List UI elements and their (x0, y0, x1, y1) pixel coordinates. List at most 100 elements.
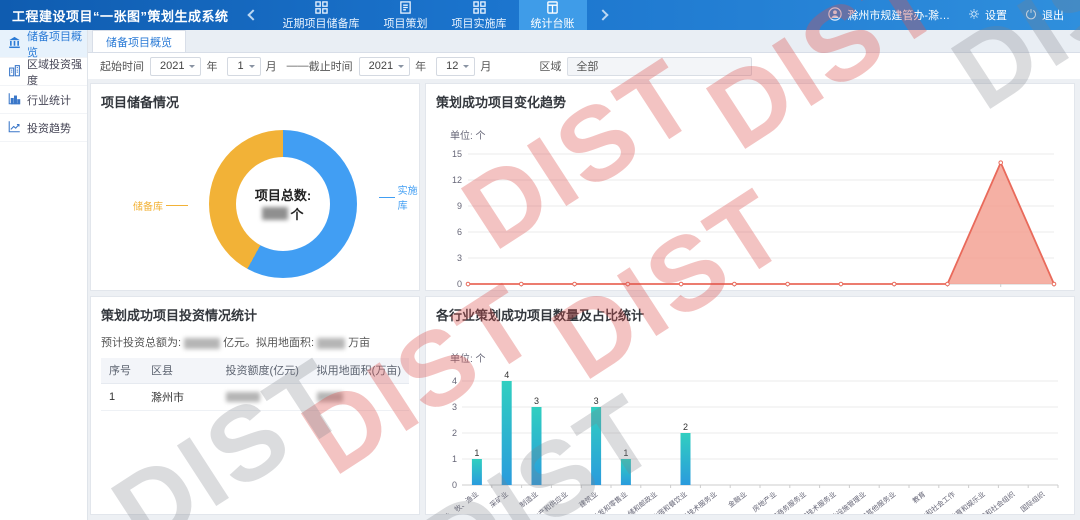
svg-text:6月: 6月 (727, 290, 741, 291)
nav-item-project-planning[interactable]: 项目策划 (372, 0, 440, 30)
svg-text:12: 12 (452, 175, 462, 185)
nav-menu: 近期项目储备库 项目策划 项目实施库 统计台账 (271, 0, 587, 30)
legend-label: 储备库 (133, 198, 163, 213)
sidebar-item-reserve-overview[interactable]: 储备项目概览 (0, 30, 87, 58)
user-avatar-icon (828, 7, 842, 24)
svg-text:7月: 7月 (781, 290, 795, 291)
sidebar-item-label: 投资趋势 (27, 120, 71, 136)
end-time-label: 截止时间 (309, 58, 353, 74)
svg-text:15: 15 (452, 149, 462, 159)
svg-text:2月: 2月 (514, 290, 528, 291)
dashboard-content: 项目储备情况 项目总数: 个 实施库 储备库 策划成功项目变化趋势 单位: 个 (88, 79, 1080, 520)
svg-text:3: 3 (452, 402, 457, 412)
panel-title: 各行业策划成功项目数量及占比统计 (436, 305, 1064, 324)
svg-text:制造业: 制造业 (518, 489, 540, 509)
sidebar-item-label: 区域投资强度 (27, 56, 87, 88)
industry-bar-chart[interactable]: 012341农、林、牧、渔业4采矿业3制造业电力、热力、燃气及水生产和供应业3建… (436, 369, 1064, 515)
chevron-left-icon[interactable] (247, 9, 258, 20)
svg-text:房地产业: 房地产业 (751, 489, 779, 513)
month-suffix: 月 (480, 58, 491, 74)
svg-text:5月: 5月 (674, 290, 688, 291)
nav-item-label: 近期项目储备库 (283, 15, 360, 31)
filter-bar: 起始时间 2021 年 1 月 —— 截止时间 2021 年 12 月 区域 全… (88, 53, 1080, 79)
sidebar-item-investment-trend[interactable]: 投资趋势 (0, 114, 87, 142)
sidebar-item-region-intensity[interactable]: 区域投资强度 (0, 58, 87, 86)
nav-item-label: 项目策划 (384, 15, 428, 31)
start-time-label: 起始时间 (100, 58, 144, 74)
svg-text:1: 1 (623, 448, 628, 458)
range-separator: —— (287, 60, 309, 72)
svg-text:4月: 4月 (621, 290, 635, 291)
logout-button[interactable]: 退出 (1025, 7, 1064, 23)
masked-value (262, 207, 288, 220)
col-header-seq: 序号 (101, 358, 143, 383)
region-label: 区域 (539, 58, 561, 74)
svg-text:9: 9 (457, 201, 462, 211)
nav-item-implementation-library[interactable]: 项目实施库 (440, 0, 519, 30)
cell-district: 滁州市 (143, 383, 217, 410)
month-suffix: 月 (266, 58, 277, 74)
legend-connector (379, 197, 395, 198)
power-icon (1025, 8, 1037, 23)
svg-text:国际组织: 国际组织 (1019, 489, 1047, 513)
svg-text:10月: 10月 (938, 290, 957, 291)
svg-text:11月: 11月 (992, 290, 1010, 291)
svg-text:3: 3 (594, 396, 599, 406)
svg-text:建筑业: 建筑业 (577, 489, 599, 509)
col-header-land-area: 拟用地面积(万亩) (309, 358, 409, 383)
industry-unit-label: 单位: 个 (450, 350, 1064, 365)
trend-area-chart[interactable]: 036912151月2月3月4月5月6月7月8月9月10月11月12月 (436, 146, 1064, 291)
nav-item-reserve-library[interactable]: 近期项目储备库 (271, 0, 372, 30)
svg-text:3月: 3月 (568, 290, 582, 291)
top-navbar: 工程建设项目“一张图”策划生成系统 近期项目储备库 项目策划 项目实施库 统计台… (0, 0, 1080, 30)
svg-text:4: 4 (452, 376, 457, 386)
svg-text:1: 1 (452, 454, 457, 464)
city-chart-icon (8, 64, 21, 80)
legend-reserve[interactable]: 储备库 (133, 198, 188, 213)
legend-implementation[interactable]: 实施库 (379, 182, 419, 212)
tab-reserve-overview[interactable]: 储备项目概览 (92, 30, 186, 52)
investment-table: 序号 区县 投资额度(亿元) 拟用地面积(万亩) 1 滁州市 (101, 358, 409, 411)
settings-label: 设置 (985, 7, 1007, 23)
donut-center: 项目总数: 个 (209, 130, 357, 278)
masked-value (184, 338, 220, 349)
chevron-right-icon[interactable] (597, 9, 608, 20)
svg-text:教育: 教育 (911, 489, 928, 505)
start-month-select[interactable]: 1 (227, 57, 260, 76)
logout-label: 退出 (1042, 7, 1064, 23)
panel-industry-stats: 各行业策划成功项目数量及占比统计 单位: 个 012341农、林、牧、渔业4采矿… (425, 296, 1075, 515)
ledger-icon (546, 1, 559, 14)
svg-text:6: 6 (457, 227, 462, 237)
sidebar-item-industry-stats[interactable]: 行业统计 (0, 86, 87, 114)
end-year-select[interactable]: 2021 (359, 57, 410, 76)
svg-text:8月: 8月 (834, 290, 848, 291)
cell-seq: 1 (101, 383, 143, 410)
user-name: 滁州市规建管办-滁… (847, 7, 950, 23)
start-year-select[interactable]: 2021 (150, 57, 201, 76)
panel-success-trend: 策划成功项目变化趋势 单位: 个 036912151月2月3月4月5月6月7月8… (425, 83, 1075, 291)
region-input[interactable]: 全部 (567, 57, 752, 76)
svg-text:1: 1 (474, 448, 479, 458)
cell-land-area (309, 383, 409, 410)
table-row[interactable]: 1 滁州市 (101, 383, 409, 410)
nav-item-statistics-ledger[interactable]: 统计台账 (519, 0, 587, 30)
panel-title: 项目储备情况 (101, 92, 409, 111)
document-icon (399, 1, 412, 14)
user-account[interactable]: 滁州市规建管办-滁… (828, 7, 950, 24)
cell-investment (218, 383, 309, 410)
masked-value (317, 392, 343, 402)
app-title: 工程建设项目“一张图”策划生成系统 (0, 6, 243, 25)
panel-title: 策划成功项目变化趋势 (436, 92, 1064, 111)
sidebar: 储备项目概览 区域投资强度 行业统计 投资趋势 (0, 30, 88, 520)
svg-text:金融业: 金融业 (726, 489, 748, 509)
trend-unit-label: 单位: 个 (450, 127, 1064, 142)
svg-text:0: 0 (452, 480, 457, 490)
svg-text:3: 3 (457, 253, 462, 263)
settings-button[interactable]: 设置 (968, 7, 1007, 23)
end-month-select[interactable]: 12 (436, 57, 475, 76)
nav-item-label: 项目实施库 (452, 15, 507, 31)
grid-icon (473, 1, 486, 14)
legend-label: 实施库 (398, 182, 419, 212)
year-suffix: 年 (206, 58, 217, 74)
bank-icon (8, 36, 21, 52)
